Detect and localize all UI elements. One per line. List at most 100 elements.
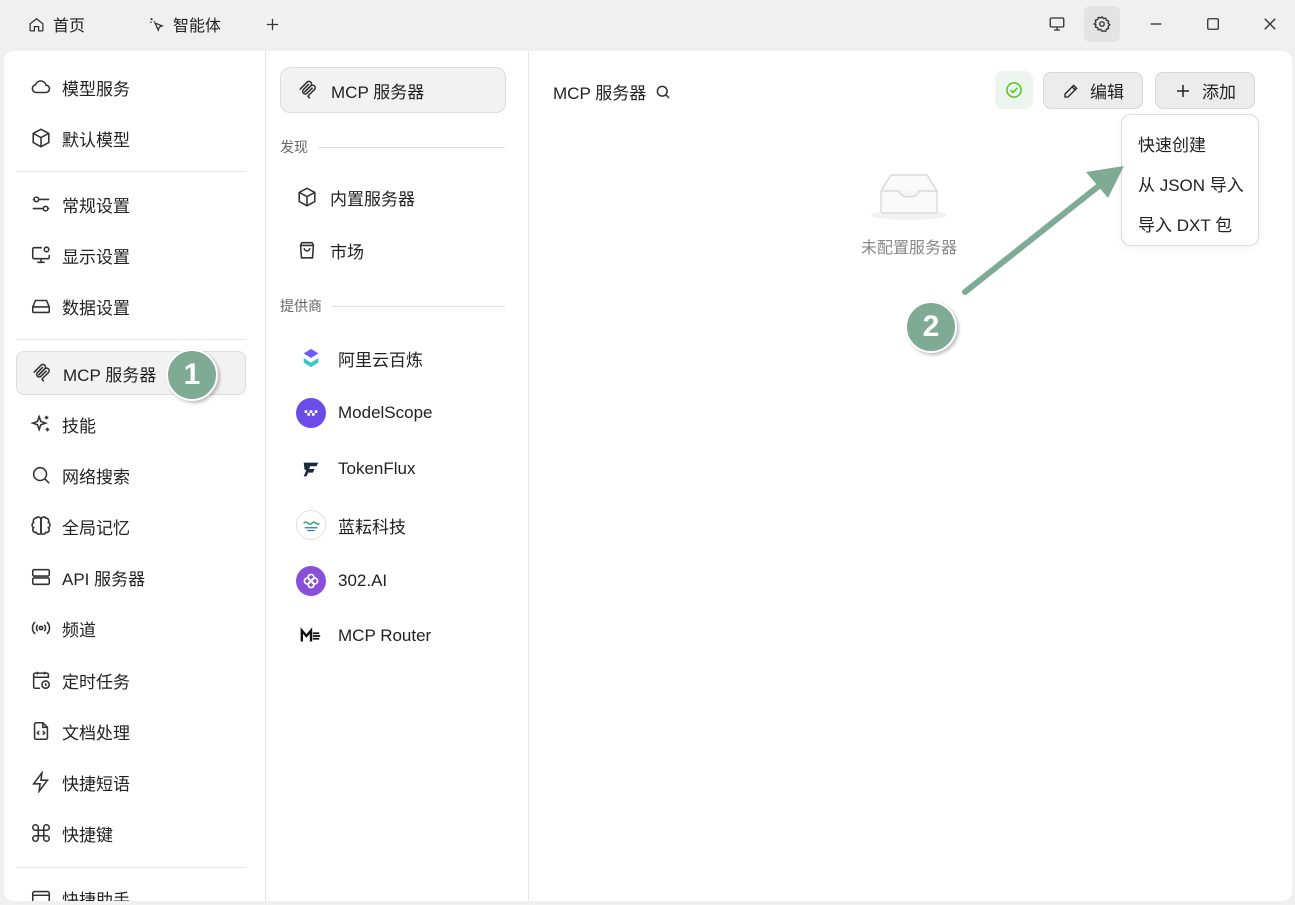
inbox-icon	[871, 174, 947, 220]
sidebar-item-label: 技能	[62, 416, 96, 436]
menu-item-quick-create[interactable]: 快速创建	[1138, 131, 1206, 156]
file-code-icon	[33, 721, 49, 741]
annotation-badge-1: 1	[166, 349, 218, 401]
sidebar-divider	[16, 867, 246, 868]
sidebar-item-general[interactable]: 常规设置	[16, 182, 246, 226]
empty-text: 未配置服务器	[860, 240, 957, 257]
sidebar-item-label: 定时任务	[62, 672, 130, 692]
sidebar-item-quick-assistant[interactable]: 快捷助手	[16, 876, 246, 901]
sidebar-item-data[interactable]: 数据设置	[16, 284, 246, 328]
server-icon	[31, 568, 51, 586]
mcp-sidebar: MCP 服务器 发现 内置服务器 市场 提供商 阿里云百炼 ModelScope…	[266, 51, 529, 901]
sidebar-item-doc-processing[interactable]: 文档处理	[16, 709, 246, 753]
sidebar-item-api-server[interactable]: API 服务器	[16, 555, 246, 599]
sidebar-item-memory[interactable]: 全局记忆	[16, 504, 246, 548]
mcp-servers-item[interactable]: MCP 服务器	[280, 67, 506, 113]
sidebar-item-web-search[interactable]: 网络搜索	[16, 453, 246, 497]
sidebar-item-channels[interactable]: 频道	[16, 606, 246, 650]
empty-state: 未配置服务器	[849, 169, 969, 258]
provider-item-tokenflux[interactable]: TokenFlux	[280, 446, 506, 492]
sidebar-item-label: 快捷助手	[62, 890, 130, 902]
tab-home-label: 首页	[53, 18, 86, 35]
sidebar-item-label: 频道	[62, 620, 96, 640]
sidebar-item-label: 模型服务	[62, 79, 130, 99]
market-item[interactable]: 市场	[280, 227, 506, 273]
provider-item-bailian[interactable]: 阿里云百炼	[280, 335, 506, 381]
maximize-button[interactable]	[1195, 6, 1231, 42]
discover-section-label: 发现	[280, 137, 505, 157]
provider-item-lanyun[interactable]: 蓝耘科技	[280, 502, 506, 548]
plus-icon	[266, 18, 279, 30]
sidebar-item-label: 文档处理	[62, 723, 130, 743]
gear-icon	[1093, 15, 1111, 33]
sidebar-item-display[interactable]: 显示设置	[16, 233, 246, 277]
settings-sidebar: 模型服务 默认模型 常规设置 显示设置 数据设置 MCP 服务器 技能 网络搜索…	[4, 51, 266, 901]
mcp-content: MCP 服务器 编辑 添加 快速创建 从 JSON 导入 导入 DXT 包 未配…	[529, 51, 1292, 901]
mcp-servers-label: MCP 服务器	[331, 82, 425, 102]
radio-icon	[31, 621, 51, 635]
mcp-router-logo-icon	[296, 621, 326, 651]
provider-label: MCP Router	[338, 626, 432, 645]
discover-label: 发现	[280, 139, 308, 155]
provider-label: TokenFlux	[338, 459, 416, 478]
sidebar-item-label: 网络搜索	[62, 467, 130, 487]
menu-item-import-dxt[interactable]: 导入 DXT 包	[1138, 211, 1232, 236]
cube-icon	[298, 187, 316, 207]
annotation-badge-2: 2	[905, 301, 957, 353]
tab-agents[interactable]: 智能体	[148, 11, 221, 37]
mcp-icon	[33, 363, 50, 382]
status-button[interactable]	[995, 71, 1033, 109]
shopping-bag-icon	[299, 241, 315, 259]
sidebar-divider	[16, 171, 246, 172]
builtin-servers-item[interactable]: 内置服务器	[280, 174, 506, 220]
minimize-button[interactable]	[1138, 6, 1174, 42]
market-label: 市场	[330, 242, 364, 262]
new-tab-button[interactable]	[264, 11, 281, 37]
settings-card: 模型服务 默认模型 常规设置 显示设置 数据设置 MCP 服务器 技能 网络搜索…	[4, 51, 1292, 901]
sidebar-item-label: 快捷短语	[62, 774, 130, 794]
tab-home[interactable]: 首页	[28, 11, 85, 37]
provider-item-mcp-router[interactable]: MCP Router	[280, 613, 506, 659]
providers-section-label: 提供商	[280, 296, 505, 316]
sidebar-item-label: 显示设置	[62, 247, 130, 267]
add-label: 添加	[1202, 83, 1236, 102]
sidebar-item-label: 全局记忆	[62, 518, 130, 538]
minimize-icon	[1150, 23, 1162, 25]
pencil-icon	[1064, 83, 1078, 98]
modelscope-logo-icon	[296, 398, 326, 428]
edit-button[interactable]: 编辑	[1043, 72, 1143, 109]
sidebar-item-label: MCP 服务器	[63, 365, 157, 385]
cube-icon	[32, 128, 50, 148]
provider-label: 阿里云百炼	[338, 350, 423, 370]
brain-icon	[31, 516, 51, 535]
check-circle-icon	[1006, 82, 1022, 98]
provider-label: ModelScope	[338, 403, 433, 422]
sidebar-item-scheduled-tasks[interactable]: 定时任务	[16, 658, 246, 702]
provider-item-302ai[interactable]: 302.AI	[280, 558, 506, 604]
sidebar-item-skills[interactable]: 技能	[16, 402, 246, 446]
sidebar-item-quick-phrases[interactable]: 快捷短语	[16, 760, 246, 804]
sidebar-item-label: 常规设置	[62, 196, 130, 216]
sidebar-item-label: 默认模型	[62, 130, 130, 150]
sidebar-item-shortcuts[interactable]: 快捷键	[16, 811, 246, 855]
maximize-icon	[1207, 18, 1219, 30]
add-button[interactable]: 添加	[1155, 72, 1255, 109]
title-bar: 首页 智能体	[0, 0, 1295, 48]
lanyun-logo-icon	[296, 510, 326, 540]
home-icon	[29, 17, 44, 32]
builtin-servers-label: 内置服务器	[330, 189, 415, 209]
menu-item-import-json[interactable]: 从 JSON 导入	[1138, 171, 1244, 196]
settings-button[interactable]	[1084, 6, 1120, 42]
302ai-logo-icon	[296, 566, 326, 596]
sidebar-item-default-model[interactable]: 默认模型	[16, 116, 246, 160]
display-button[interactable]	[1039, 6, 1075, 42]
sidebar-divider	[16, 339, 246, 340]
edit-label: 编辑	[1090, 83, 1124, 102]
provider-item-modelscope[interactable]: ModelScope	[280, 390, 506, 436]
hard-drive-icon	[31, 299, 51, 314]
sidebar-item-model-service[interactable]: 模型服务	[16, 65, 246, 109]
close-button[interactable]	[1252, 6, 1288, 42]
monitor-gear-icon	[31, 246, 51, 264]
search-icon	[32, 466, 50, 484]
search-icon[interactable]	[654, 83, 672, 101]
